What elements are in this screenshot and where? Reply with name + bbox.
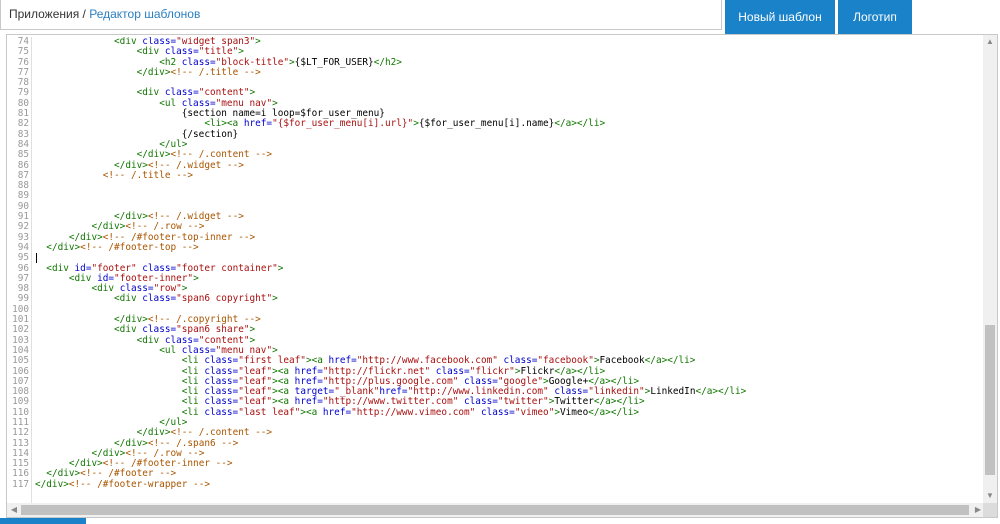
code-token: <a: [305, 406, 323, 418]
code-token: </li>: [610, 406, 640, 418]
code-token: LinkedIn: [650, 386, 696, 398]
horizontal-scrollbar[interactable]: ◀ ▶: [7, 503, 985, 517]
scroll-down-icon[interactable]: ▼: [983, 489, 997, 503]
code-line[interactable]: 99 <div class="span6 copyright">: [7, 294, 985, 305]
code-token: <!-- /#footer-top -->: [80, 241, 199, 253]
scrollbar-corner: [983, 503, 997, 517]
logotype-button[interactable]: Логотип: [838, 0, 912, 34]
code-line[interactable]: 117 </div><!-- /#footer-wrapper -->: [7, 478, 985, 490]
line-number: 95: [17, 252, 29, 264]
code-token: </li>: [718, 386, 747, 398]
code-token: "span6 copyright": [176, 293, 273, 305]
scroll-up-icon[interactable]: ▲: [983, 35, 997, 49]
code-token: {$LT_FOR_USER}: [294, 56, 374, 68]
breadcrumb-current[interactable]: Редактор шаблонов: [89, 7, 200, 21]
horizontal-scroll-thumb[interactable]: [21, 505, 969, 515]
code-line[interactable]: 94 </div><!-- /#footer-top -->: [7, 241, 985, 253]
code-line[interactable]: 88: [7, 180, 985, 191]
code-token: </div>: [136, 66, 171, 78]
code-token: >: [193, 272, 199, 284]
code-area[interactable]: 74 <div class="widget span3"> 75 <div cla…: [7, 37, 985, 503]
code-token: </a>: [588, 406, 611, 418]
code-token: <!-- /.title -->: [170, 66, 261, 78]
code-token: >: [255, 37, 261, 47]
breadcrumb-parent[interactable]: Приложения: [9, 7, 79, 21]
save-button[interactable]: [0, 518, 86, 524]
code-line[interactable]: 77 </div><!-- /.title -->: [7, 66, 985, 78]
code-token: </div>: [46, 241, 81, 253]
vertical-scrollbar[interactable]: ▲ ▼: [983, 35, 997, 503]
code-token: Vimeo: [560, 406, 589, 418]
code-text: <!-- /.title -->: [35, 169, 194, 181]
code-token: </a>: [695, 386, 719, 398]
code-token: </li>: [667, 355, 696, 367]
code-line[interactable]: 87 <!-- /.title -->: [7, 169, 985, 181]
code-token: "http://www.vimeo.com": [351, 406, 481, 418]
new-template-button[interactable]: Новый шаблон: [725, 0, 835, 34]
code-token: </div>: [35, 478, 69, 490]
code-token: </li>: [576, 118, 606, 130]
code-token: <!-- /.title -->: [102, 169, 194, 181]
code-token: class=: [142, 293, 177, 305]
code-token: >: [272, 293, 278, 305]
code-token: class=: [480, 406, 515, 418]
code-token: "vimeo": [514, 406, 555, 418]
code-token: "{$for_user_menu[i].url}": [272, 118, 414, 130]
code-token: <div: [114, 293, 143, 305]
code-token: </a>: [554, 118, 577, 130]
breadcrumb-separator: /: [79, 7, 90, 21]
code-token: {$for_user_menu[i].name}: [418, 118, 555, 130]
code-token: {/section}: [181, 128, 239, 140]
line-number: 105: [12, 355, 29, 367]
code-token: href=: [243, 118, 273, 130]
code-editor[interactable]: 74 <div class="widget span3"> 75 <div cla…: [6, 34, 998, 518]
code-token: href=: [322, 406, 352, 418]
code-text: </div><!-- /#footer-wrapper -->: [35, 478, 210, 490]
code-token: </h2>: [373, 56, 402, 68]
code-text: <div class="span6 copyright">: [35, 294, 278, 304]
code-token: "last leaf": [238, 406, 301, 418]
code-token: </a>: [644, 355, 668, 367]
breadcrumb: Приложения / Редактор шаблонов: [0, 0, 722, 30]
scroll-left-icon[interactable]: ◀: [7, 503, 21, 517]
code-token: >: [277, 262, 284, 274]
code-token: class=: [204, 406, 239, 418]
vertical-scroll-thumb[interactable]: [985, 325, 995, 475]
top-bar: Приложения / Редактор шаблонов Новый шаб…: [0, 0, 1000, 34]
line-number: 117: [12, 478, 29, 490]
code-token: Facebook: [599, 355, 645, 367]
code-text: </div><!-- /#footer-top -->: [35, 241, 199, 253]
code-text: </div><!-- /.title -->: [35, 66, 261, 78]
code-line[interactable]: 89: [7, 191, 985, 202]
code-token: <!-- /#footer-wrapper -->: [68, 478, 210, 490]
